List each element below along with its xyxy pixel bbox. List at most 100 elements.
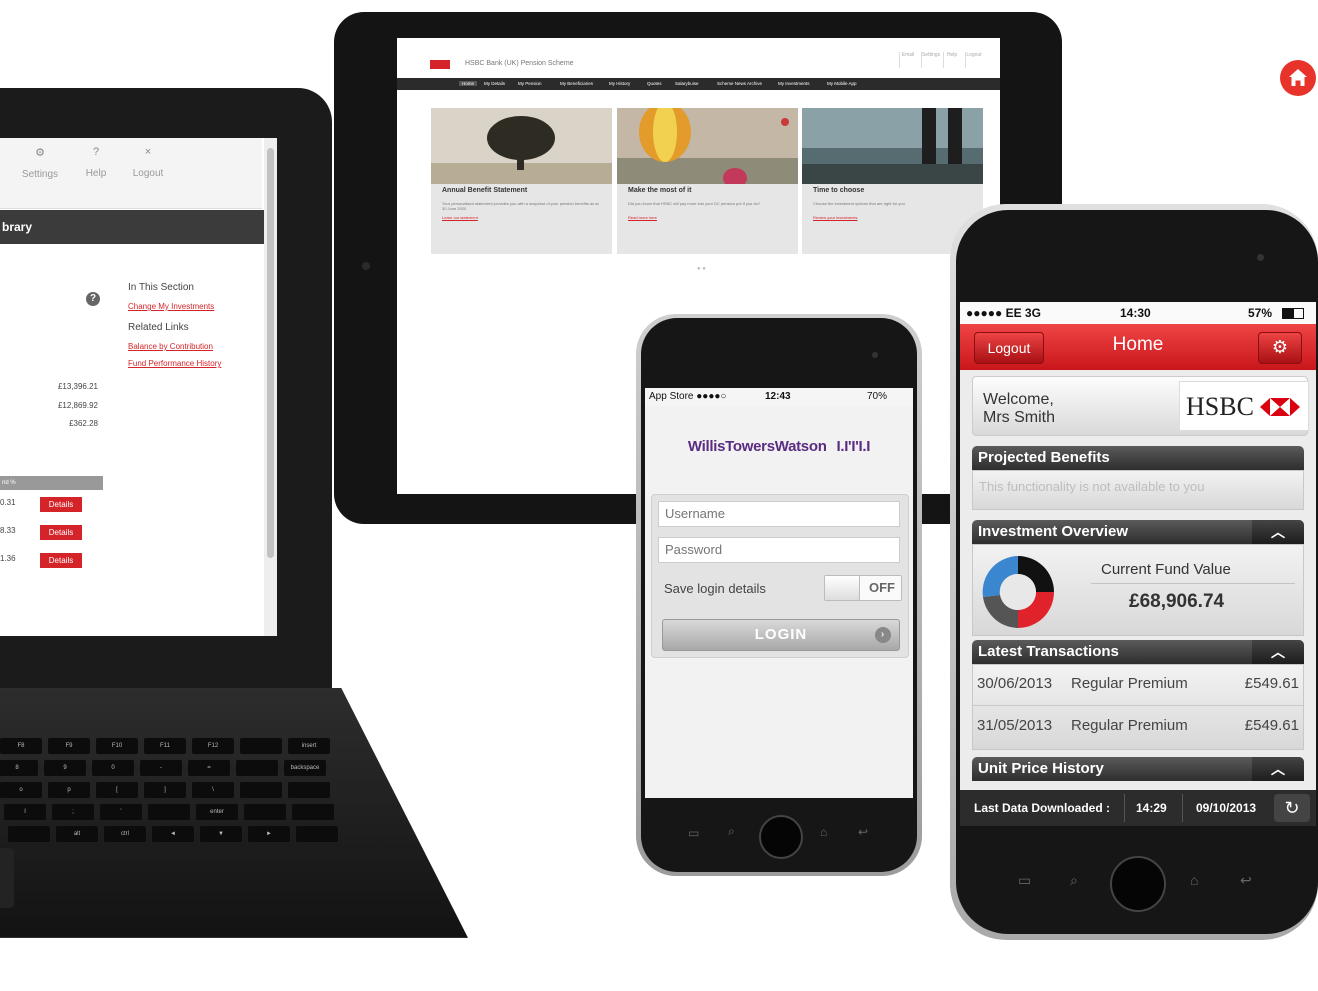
key[interactable]: 0 <box>92 760 134 776</box>
key[interactable]: [ <box>96 782 138 798</box>
settings-button[interactable]: ⚙ Settings <box>10 146 70 180</box>
key[interactable]: 8 <box>0 760 38 776</box>
key[interactable]: l <box>4 804 46 820</box>
multitask-icon[interactable]: ▭ <box>1018 872 1031 889</box>
key[interactable]: ] <box>144 782 186 798</box>
home-outline-icon[interactable]: ⌂ <box>820 825 827 839</box>
key[interactable] <box>292 804 334 820</box>
key[interactable]: o <box>0 782 42 798</box>
key[interactable]: alt <box>56 826 98 842</box>
nav-quotes[interactable]: Quotes <box>647 81 662 86</box>
refresh-button[interactable]: ↻ <box>1274 794 1310 822</box>
link-change-investments[interactable]: Change My Investments <box>128 302 214 311</box>
phone-home-button[interactable] <box>759 815 803 859</box>
key[interactable]: F10 <box>96 738 138 754</box>
login-button[interactable]: LOGIN › <box>662 619 900 651</box>
nav-my-beneficiaries[interactable]: My Beneficiaries <box>560 81 593 86</box>
help-button[interactable]: ? Help <box>66 146 126 179</box>
key[interactable]: p <box>48 782 90 798</box>
key[interactable]: ▼ <box>200 826 242 842</box>
logout-button[interactable]: × Logout <box>118 146 178 179</box>
chevron-up-icon[interactable]: ︿ <box>1252 757 1304 781</box>
help-badge[interactable]: ? <box>86 292 100 306</box>
tablet-camera <box>362 262 370 270</box>
status-carrier: ●●●●● EE 3G <box>966 306 1041 320</box>
scrollbar[interactable] <box>264 138 277 636</box>
card-annual-statement[interactable]: Annual Benefit Statement Your personalis… <box>431 108 612 254</box>
key[interactable]: \ <box>192 782 234 798</box>
nav-my-details[interactable]: My Details <box>484 81 505 86</box>
email-button[interactable]: Email <box>899 52 916 68</box>
nav-home[interactable]: Home <box>459 81 478 86</box>
nav-my-investments[interactable]: My Investments <box>778 81 810 86</box>
card-link[interactable]: Review your investments <box>813 215 857 220</box>
phone-home-button[interactable] <box>1110 856 1166 912</box>
carousel-pager[interactable]: ● ● <box>697 266 706 272</box>
key[interactable]: ' <box>100 804 142 820</box>
key[interactable]: insert <box>288 738 330 754</box>
key[interactable] <box>288 782 330 798</box>
username-field[interactable] <box>658 501 900 527</box>
key[interactable] <box>244 804 286 820</box>
save-login-toggle[interactable]: OFF <box>824 575 902 601</box>
key[interactable]: enter <box>196 804 238 820</box>
key[interactable]: F9 <box>48 738 90 754</box>
unit-price-history-header[interactable]: Unit Price History ︿ <box>972 757 1304 781</box>
search-icon[interactable]: ⌕ <box>1070 872 1078 889</box>
latest-transactions-header[interactable]: Latest Transactions ︿ <box>972 640 1304 664</box>
chevron-up-icon[interactable]: ︿ <box>1252 520 1304 544</box>
details-button[interactable]: Details <box>40 553 82 568</box>
home-outline-icon[interactable]: ⌂ <box>1190 872 1198 888</box>
key[interactable]: ctrl <box>104 826 146 842</box>
investment-overview-header[interactable]: Investment Overview ︿ <box>972 520 1304 544</box>
nav-news-archive[interactable]: Scheme News Archive <box>717 81 762 86</box>
scrollbar-thumb[interactable] <box>267 148 274 558</box>
key[interactable]: = <box>188 760 230 776</box>
projected-benefits-header[interactable]: Projected Benefits <box>972 446 1304 470</box>
nav-my-history[interactable]: My History <box>609 81 630 86</box>
search-icon[interactable]: ⌕ <box>728 824 735 839</box>
nav-my-pension[interactable]: My Pension <box>518 81 542 86</box>
back-icon[interactable]: ↩ <box>858 825 868 839</box>
card-time-to-choose[interactable]: Time to choose Choose the investment opt… <box>802 108 983 254</box>
laptop-screen: ⚙ Settings ? Help × Logout brary ? In Th… <box>0 138 277 636</box>
key[interactable]: backspace <box>284 760 326 776</box>
settings-button[interactable]: Settings <box>921 52 940 68</box>
details-button[interactable]: Details <box>40 525 82 540</box>
key[interactable]: 9 <box>44 760 86 776</box>
key[interactable]: ► <box>248 826 290 842</box>
logout-button[interactable]: Logout <box>965 52 982 68</box>
details-button[interactable]: Details <box>40 497 82 512</box>
laptop-touchpad[interactable] <box>0 848 14 908</box>
key[interactable]: ◄ <box>152 826 194 842</box>
home-button[interactable] <box>1280 60 1316 96</box>
nav-mobile-app[interactable]: My Mobile App <box>827 81 857 86</box>
settings-button[interactable]: ⚙ <box>1258 332 1302 364</box>
card-link[interactable]: Learn our statement <box>442 215 478 220</box>
chevron-up-icon[interactable]: ︿ <box>1252 640 1304 664</box>
help-button[interactable]: Help <box>943 52 960 68</box>
key[interactable] <box>240 738 282 754</box>
card-make-the-most[interactable]: Make the most of it Did you know that HS… <box>617 108 798 254</box>
key[interactable]: F8 <box>0 738 42 754</box>
logout-button[interactable]: Logout <box>974 332 1044 364</box>
key[interactable] <box>236 760 278 776</box>
key[interactable]: F12 <box>192 738 234 754</box>
card-link[interactable]: Read more here <box>628 215 657 220</box>
key[interactable]: ; <box>52 804 94 820</box>
back-icon[interactable]: ↩ <box>1240 872 1252 889</box>
unavailable-note: This functionality is not available to y… <box>979 479 1205 494</box>
key[interactable] <box>240 782 282 798</box>
nav-salary[interactable]: Salarybuise <box>675 81 699 86</box>
password-field[interactable] <box>658 537 900 563</box>
key[interactable]: F11 <box>144 738 186 754</box>
key[interactable] <box>148 804 190 820</box>
link-fund-performance[interactable]: Fund Performance History <box>128 359 221 368</box>
key[interactable]: - <box>140 760 182 776</box>
multitask-icon[interactable]: ▭ <box>688 826 699 840</box>
card-description: Your personalised statement provides you… <box>442 201 599 211</box>
battery-icon <box>1282 308 1304 319</box>
link-balance-contribution[interactable]: Balance by Contribution <box>128 342 213 351</box>
key[interactable] <box>8 826 50 842</box>
key[interactable] <box>296 826 338 842</box>
